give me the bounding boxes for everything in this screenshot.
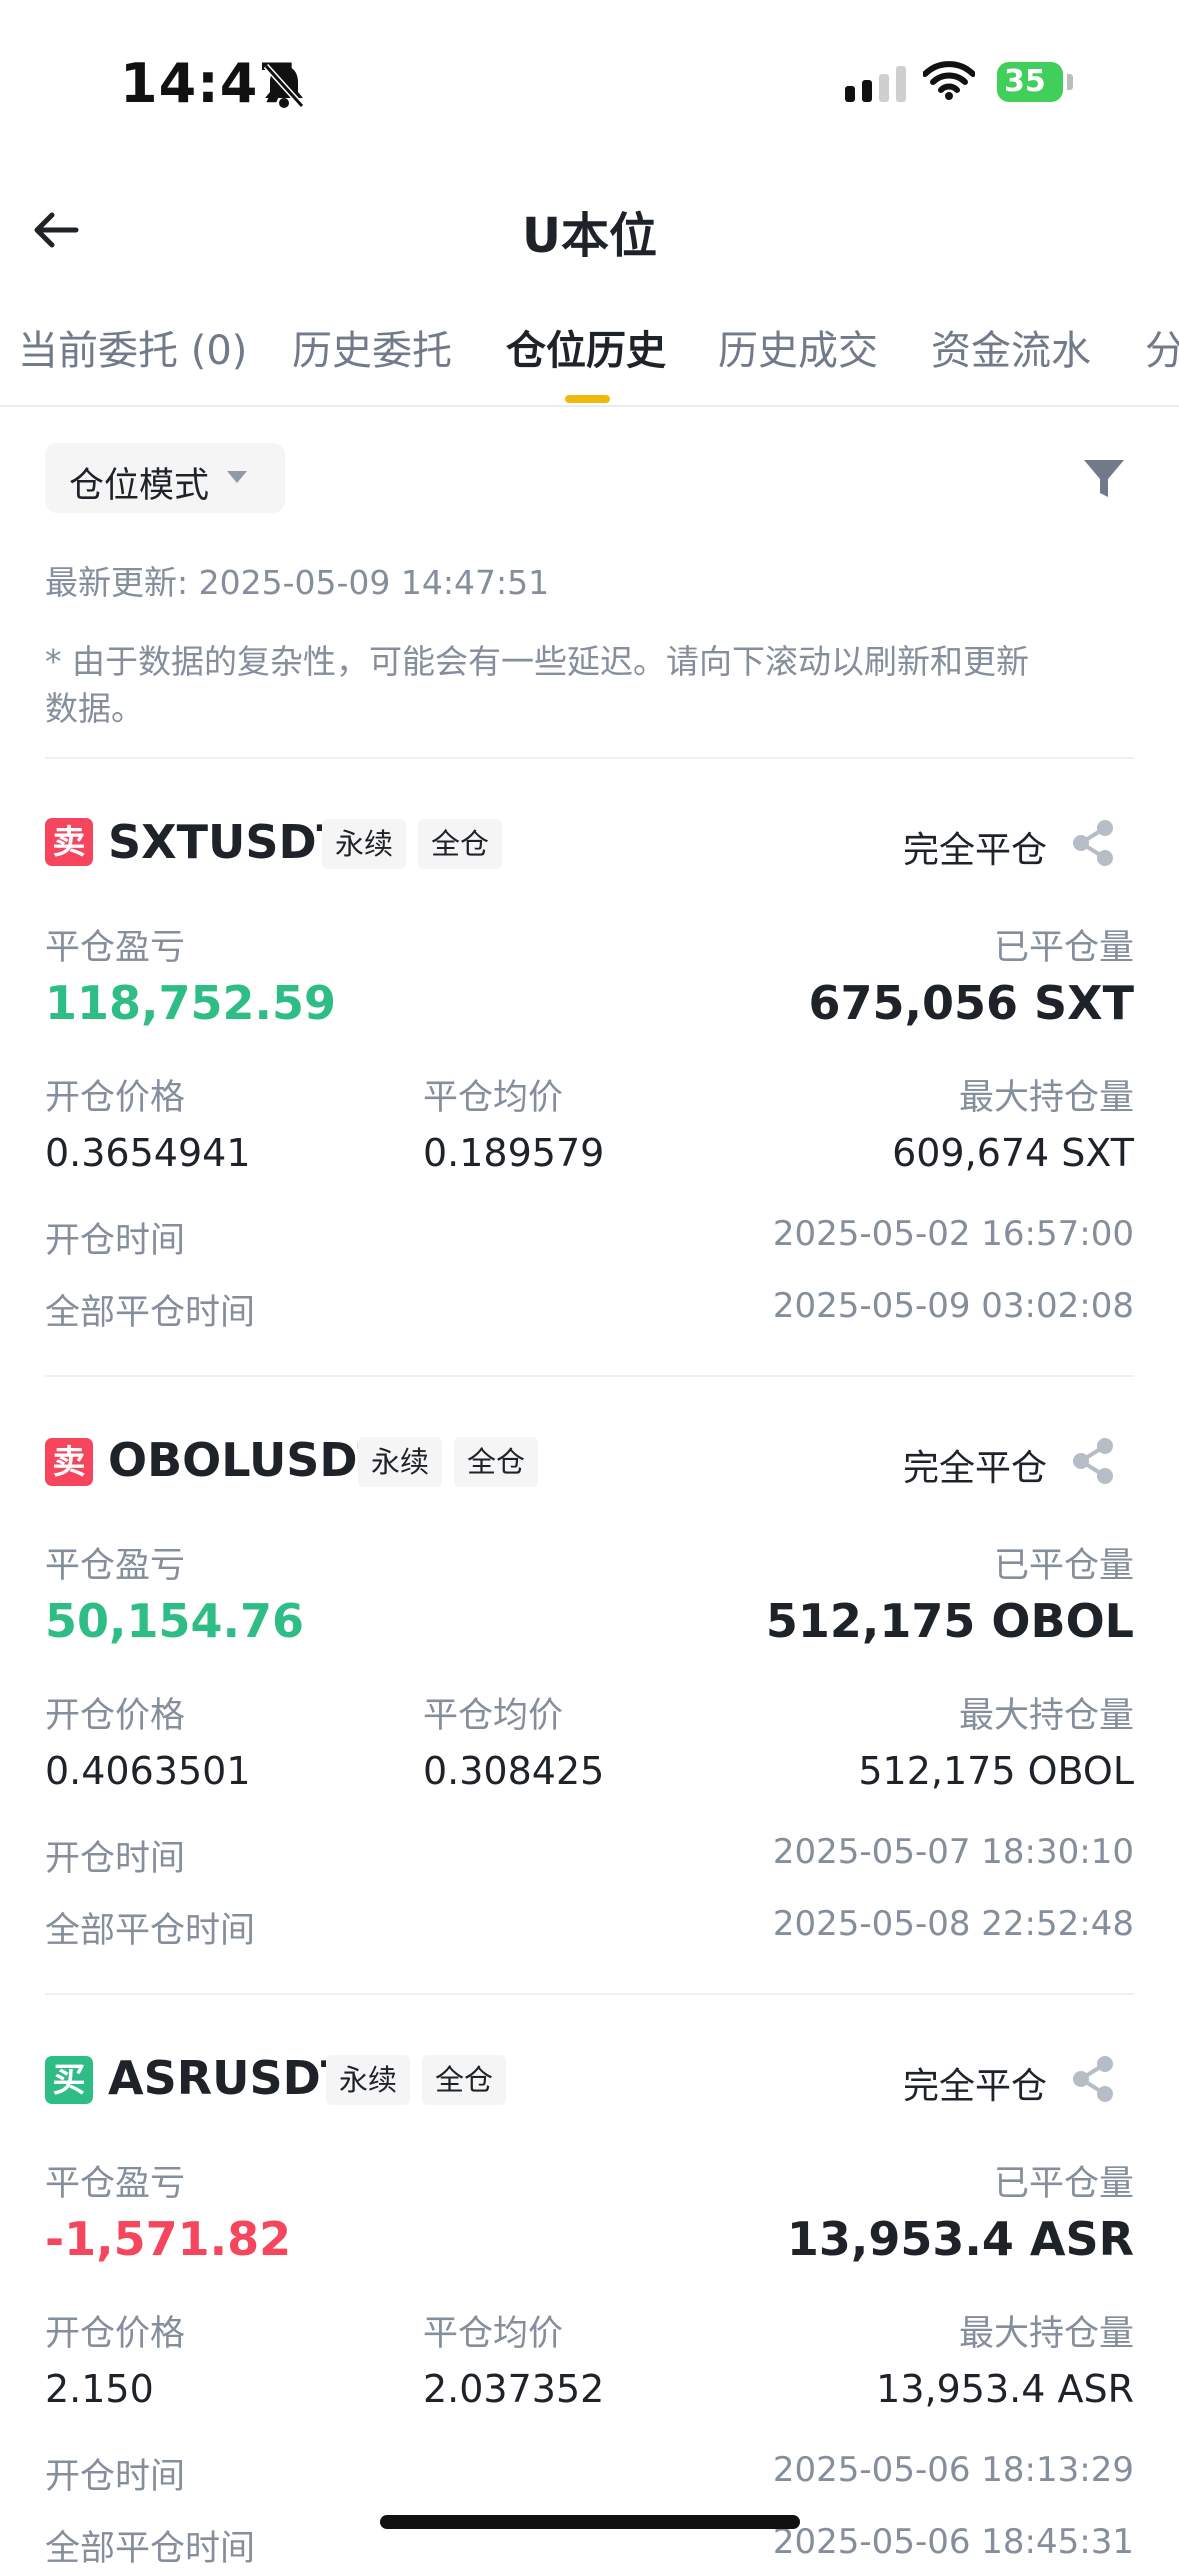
entry-price-label: 开仓价格 <box>45 2314 186 2354</box>
contract-type-tag: 永续 <box>326 2055 411 2105</box>
position-card: 卖 SXTUSDT 永续 全仓 完全平仓 平仓盈亏 已平仓量 118,752.5… <box>0 0 1179 1333</box>
pnl-value: -1,571.82 <box>45 2212 292 2266</box>
entry-price-value: 2.150 <box>45 2367 154 2411</box>
position-card: 卖 OBOLUSDT 永续 全仓 完全平仓 平仓盈亏 已平仓量 50,154.7… <box>0 618 1179 1951</box>
close-time-label: 全部平仓时间 <box>45 2529 256 2569</box>
margin-mode-tag: 全仓 <box>422 2055 507 2105</box>
home-indicator[interactable] <box>380 2515 800 2529</box>
closed-qty-label: 已平仓量 <box>993 2164 1134 2204</box>
close-time-label: 全部平仓时间 <box>45 1911 256 1951</box>
open-time-label: 开仓时间 <box>45 2457 186 2497</box>
card-divider <box>45 1993 1134 1995</box>
close-time-value: 2025-05-08 22:52:48 <box>772 1904 1134 1944</box>
side-badge: 买 <box>45 2056 93 2104</box>
pnl-label: 平仓盈亏 <box>45 2164 186 2204</box>
symbol-name[interactable]: ASRUSDT <box>108 2051 352 2105</box>
open-time-value: 2025-05-06 18:13:29 <box>772 2450 1134 2490</box>
close-avg-value: 2.037352 <box>423 2367 605 2411</box>
max-position-value: 13,953.4 ASR <box>876 2367 1134 2411</box>
position-card: 买 ASRUSDT 永续 全仓 完全平仓 平仓盈亏 已平仓量 -1,571.82… <box>0 1236 1179 2569</box>
close-status: 完全平仓 <box>902 2066 1047 2107</box>
close-avg-label: 平仓均价 <box>423 2314 564 2354</box>
share-icon[interactable] <box>1069 2054 1117 2104</box>
open-time-label: 开仓时间 <box>45 1839 186 1879</box>
open-time-value: 2025-05-07 18:30:10 <box>772 1832 1134 1872</box>
close-time-value: 2025-05-06 18:45:31 <box>772 2522 1134 2562</box>
closed-qty-value: 13,953.4 ASR <box>786 2212 1134 2266</box>
max-position-label: 最大持仓量 <box>958 2314 1134 2354</box>
